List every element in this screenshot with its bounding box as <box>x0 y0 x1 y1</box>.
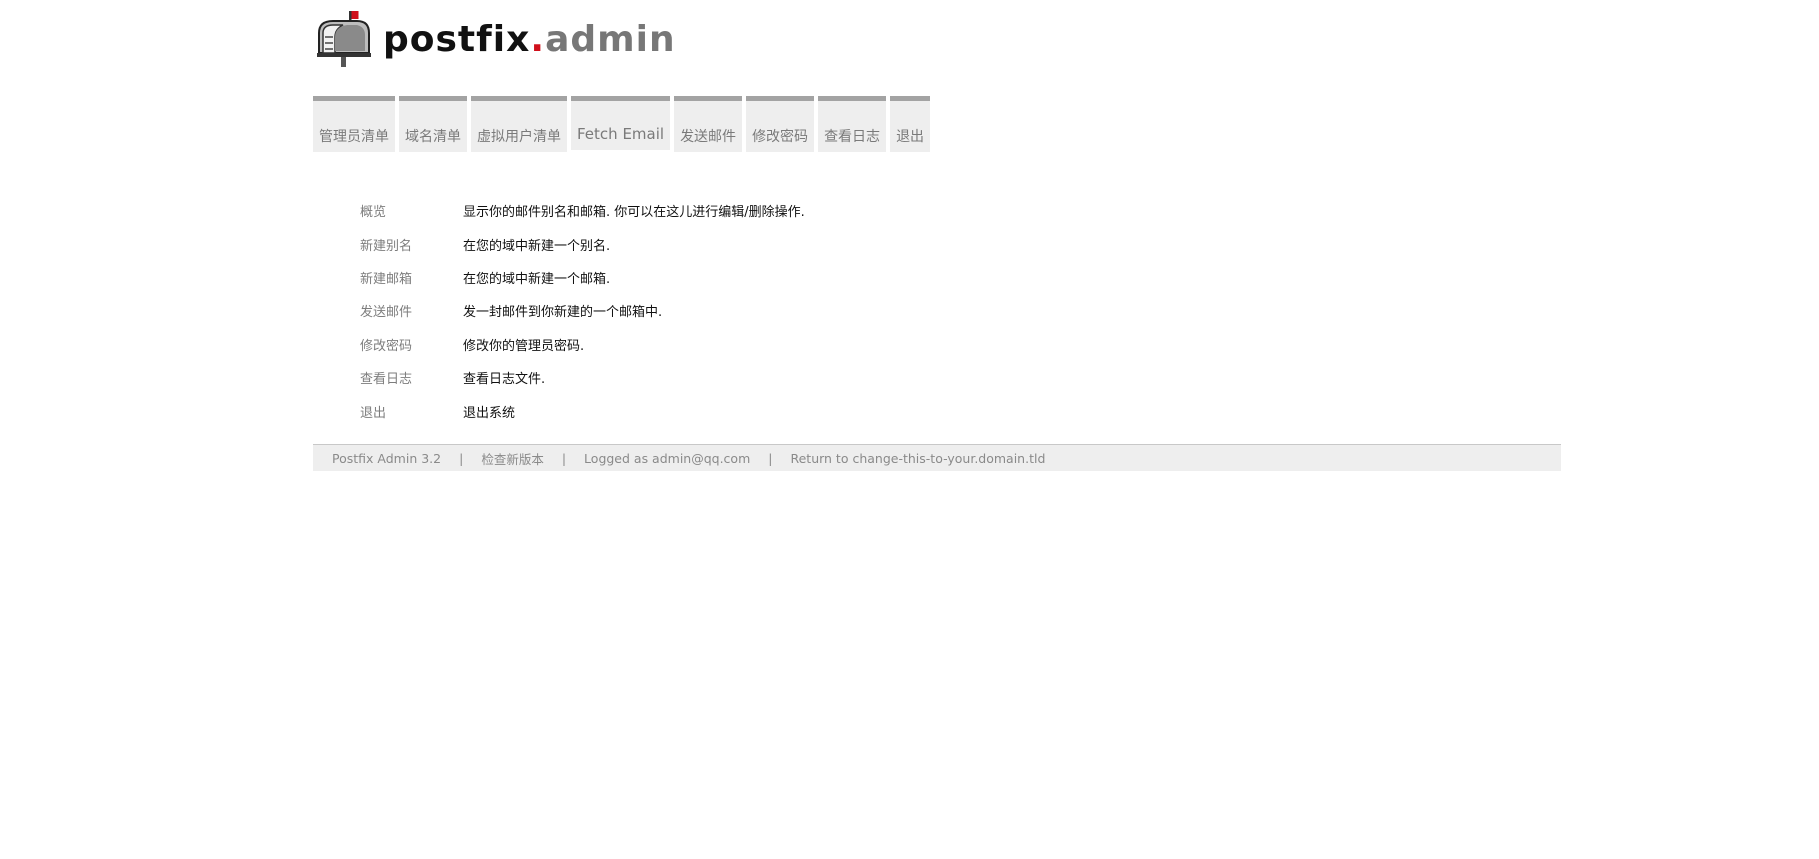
menu-logout[interactable]: 退出 <box>890 96 931 152</box>
table-row: 新建邮箱 在您的域中新建一个邮箱. <box>360 261 805 294</box>
logo[interactable]: postfix.admin <box>313 7 676 69</box>
main-menu: 管理员清单 域名清单 虚拟用户清单 Fetch Email 发送邮件 修改密码 … <box>313 96 934 152</box>
footer-separator: | <box>459 450 464 466</box>
overview-table: 概览 显示你的邮件别名和邮箱. 你可以在这儿进行编辑/删除操作. 新建别名 在您… <box>360 194 805 428</box>
logo-word-admin: admin <box>545 19 676 60</box>
logout-link[interactable]: 退出 <box>360 402 463 421</box>
footer-separator: | <box>768 450 773 466</box>
version-link[interactable]: Postfix Admin 3.2 <box>332 451 441 466</box>
new-mailbox-link[interactable]: 新建邮箱 <box>360 268 463 287</box>
logo-text: postfix.admin <box>383 22 676 58</box>
menu-fetch-email[interactable]: Fetch Email <box>571 96 671 150</box>
table-row: 退出 退出系统 <box>360 394 805 427</box>
table-row: 发送邮件 发一封邮件到你新建的一个邮箱中. <box>360 294 805 327</box>
menu-domain-list[interactable]: 域名清单 <box>399 96 467 152</box>
change-password-description: 修改你的管理员密码. <box>463 338 585 354</box>
return-domain-link[interactable]: Return to change-this-to-your.domain.tld <box>790 451 1045 466</box>
table-row: 查看日志 查看日志文件. <box>360 361 805 394</box>
send-mail-link[interactable]: 发送邮件 <box>360 301 463 320</box>
send-mail-description: 发一封邮件到你新建的一个邮箱中. <box>463 305 663 321</box>
overview-description: 显示你的邮件别名和邮箱. 你可以在这儿进行编辑/删除操作. <box>463 205 805 221</box>
table-row: 新建别名 在您的域中新建一个别名. <box>360 227 805 260</box>
logout-description: 退出系统 <box>463 405 516 421</box>
menu-change-password[interactable]: 修改密码 <box>746 96 815 152</box>
new-alias-link[interactable]: 新建别名 <box>360 235 463 254</box>
new-alias-description: 在您的域中新建一个别名. <box>463 238 611 254</box>
menu-virtual-list[interactable]: 虚拟用户清单 <box>471 96 567 152</box>
check-update-link[interactable]: 检查新版本 <box>481 449 544 468</box>
change-password-link[interactable]: 修改密码 <box>360 335 463 354</box>
logged-as-text: Logged as admin@qq.com <box>584 450 751 466</box>
page: postfix.admin 管理员清单 域名清单 虚拟用户清单 Fetch Em… <box>0 0 1819 859</box>
menu-view-log[interactable]: 查看日志 <box>818 96 887 152</box>
logo-dot: . <box>530 19 546 60</box>
mailbox-icon <box>317 11 371 67</box>
table-row: 修改密码 修改你的管理员密码. <box>360 328 805 361</box>
footer: Postfix Admin 3.2 | 检查新版本 | Logged as ad… <box>313 444 1561 471</box>
table-row: 概览 显示你的邮件别名和邮箱. 你可以在这儿进行编辑/删除操作. <box>360 194 805 227</box>
view-log-description: 查看日志文件. <box>463 372 546 388</box>
menu-admin-list[interactable]: 管理员清单 <box>313 96 395 152</box>
view-log-link[interactable]: 查看日志 <box>360 368 463 387</box>
footer-separator: | <box>561 450 567 466</box>
overview-link[interactable]: 概览 <box>360 201 463 220</box>
new-mailbox-description: 在您的域中新建一个邮箱. <box>463 271 611 287</box>
logo-word-postfix: postfix <box>383 19 531 60</box>
menu-send-mail[interactable]: 发送邮件 <box>674 96 743 152</box>
